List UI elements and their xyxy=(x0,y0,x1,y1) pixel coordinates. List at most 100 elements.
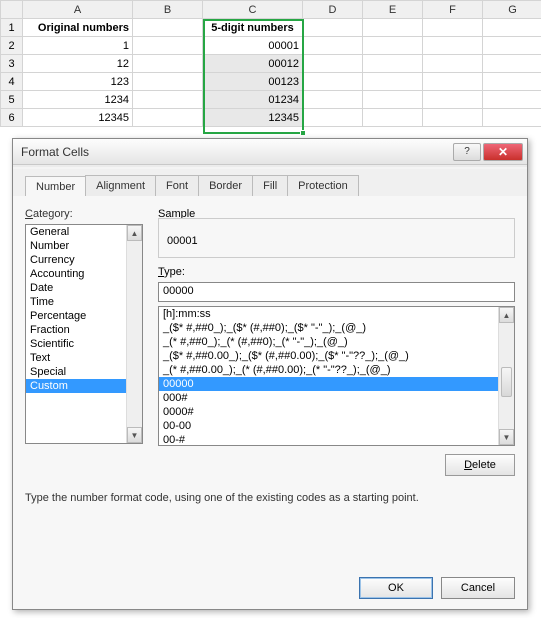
cell-c2[interactable]: 00001 xyxy=(203,37,303,55)
format-item[interactable]: 00-# xyxy=(159,433,514,446)
row-header-3[interactable]: 3 xyxy=(1,55,23,73)
cell-d1[interactable] xyxy=(303,19,363,37)
format-item[interactable]: _($* #,##0_);_($* (#,##0);_($* "-"_);_(@… xyxy=(159,321,514,335)
cell-d6[interactable] xyxy=(303,109,363,127)
dialog-titlebar[interactable]: Format Cells ? ✕ xyxy=(13,139,527,165)
format-scrollbar[interactable]: ▲ ▼ xyxy=(498,307,514,445)
scroll-thumb[interactable] xyxy=(501,367,512,397)
format-item[interactable]: _($* #,##0.00_);_($* (#,##0.00);_($* "-"… xyxy=(159,349,514,363)
row-header-5[interactable]: 5 xyxy=(1,91,23,109)
format-item[interactable]: 00-00 xyxy=(159,419,514,433)
scroll-up-icon[interactable]: ▲ xyxy=(127,225,142,241)
category-item[interactable]: Fraction xyxy=(26,323,142,337)
tab-number[interactable]: Number xyxy=(25,176,86,198)
cell-g2[interactable] xyxy=(483,37,541,55)
help-button[interactable]: ? xyxy=(453,143,481,161)
cell-a4[interactable]: 123 xyxy=(23,73,133,91)
format-item[interactable]: _(* #,##0_);_(* (#,##0);_(* "-"_);_(@_) xyxy=(159,335,514,349)
row-header-4[interactable]: 4 xyxy=(1,73,23,91)
tab-font[interactable]: Font xyxy=(155,175,199,197)
category-item[interactable]: Accounting xyxy=(26,267,142,281)
cell-a3[interactable]: 12 xyxy=(23,55,133,73)
cell-e3[interactable] xyxy=(363,55,423,73)
cell-a1[interactable]: Original numbers xyxy=(23,19,133,37)
cell-c5[interactable]: 01234 xyxy=(203,91,303,109)
col-header-d[interactable]: D xyxy=(303,1,363,19)
cell-e5[interactable] xyxy=(363,91,423,109)
cancel-button[interactable]: Cancel xyxy=(441,577,515,599)
cell-d2[interactable] xyxy=(303,37,363,55)
category-item[interactable]: Special xyxy=(26,365,142,379)
cell-e1[interactable] xyxy=(363,19,423,37)
delete-button[interactable]: Delete xyxy=(445,454,515,476)
cell-f4[interactable] xyxy=(423,73,483,91)
scroll-up-icon[interactable]: ▲ xyxy=(499,307,514,323)
cell-b6[interactable] xyxy=(133,109,203,127)
cell-g6[interactable] xyxy=(483,109,541,127)
cell-e4[interactable] xyxy=(363,73,423,91)
fill-handle[interactable] xyxy=(300,130,306,136)
cell-d3[interactable] xyxy=(303,55,363,73)
cell-g1[interactable] xyxy=(483,19,541,37)
close-button[interactable]: ✕ xyxy=(483,143,523,161)
select-all-corner[interactable] xyxy=(1,1,23,19)
cell-b5[interactable] xyxy=(133,91,203,109)
cell-d4[interactable] xyxy=(303,73,363,91)
category-item-custom[interactable]: Custom xyxy=(26,379,142,393)
col-header-a[interactable]: A xyxy=(23,1,133,19)
cell-f3[interactable] xyxy=(423,55,483,73)
col-header-c[interactable]: C xyxy=(203,1,303,19)
cell-b2[interactable] xyxy=(133,37,203,55)
format-item[interactable]: [h]:mm:ss xyxy=(159,307,514,321)
cell-e6[interactable] xyxy=(363,109,423,127)
cell-a6[interactable]: 12345 xyxy=(23,109,133,127)
row-header-2[interactable]: 2 xyxy=(1,37,23,55)
cell-b3[interactable] xyxy=(133,55,203,73)
spreadsheet-grid[interactable]: A B C D E F G 1 Original numbers 5-digit… xyxy=(0,0,541,127)
category-item[interactable]: Scientific xyxy=(26,337,142,351)
format-item[interactable]: _(* #,##0.00_);_(* (#,##0.00);_(* "-"??_… xyxy=(159,363,514,377)
cell-g3[interactable] xyxy=(483,55,541,73)
category-item[interactable]: Date xyxy=(26,281,142,295)
cell-c6[interactable]: 12345 xyxy=(203,109,303,127)
type-input[interactable]: 00000 xyxy=(158,282,515,302)
cell-f1[interactable] xyxy=(423,19,483,37)
cell-a2[interactable]: 1 xyxy=(23,37,133,55)
category-item[interactable]: Text xyxy=(26,351,142,365)
col-header-f[interactable]: F xyxy=(423,1,483,19)
tab-alignment[interactable]: Alignment xyxy=(85,175,156,197)
tab-border[interactable]: Border xyxy=(198,175,253,197)
format-code-listbox[interactable]: [h]:mm:ss _($* #,##0_);_($* (#,##0);_($*… xyxy=(158,306,515,446)
tab-fill[interactable]: Fill xyxy=(252,175,288,197)
tab-protection[interactable]: Protection xyxy=(287,175,359,197)
ok-button[interactable]: OK xyxy=(359,577,433,599)
cell-e2[interactable] xyxy=(363,37,423,55)
format-item-selected[interactable]: 00000 xyxy=(159,377,514,391)
cell-g5[interactable] xyxy=(483,91,541,109)
cell-f5[interactable] xyxy=(423,91,483,109)
cell-a5[interactable]: 1234 xyxy=(23,91,133,109)
cell-b4[interactable] xyxy=(133,73,203,91)
category-item[interactable]: General xyxy=(26,225,142,239)
scroll-down-icon[interactable]: ▼ xyxy=(127,427,142,443)
category-item[interactable]: Number xyxy=(26,239,142,253)
cell-d5[interactable] xyxy=(303,91,363,109)
cell-c1[interactable]: 5-digit numbers xyxy=(203,19,303,37)
category-scrollbar[interactable]: ▲ ▼ xyxy=(126,225,142,443)
category-item[interactable]: Percentage xyxy=(26,309,142,323)
cell-g4[interactable] xyxy=(483,73,541,91)
col-header-b[interactable]: B xyxy=(133,1,203,19)
cell-b1[interactable] xyxy=(133,19,203,37)
category-item[interactable]: Time xyxy=(26,295,142,309)
format-item[interactable]: 000# xyxy=(159,391,514,405)
row-header-6[interactable]: 6 xyxy=(1,109,23,127)
category-item[interactable]: Currency xyxy=(26,253,142,267)
col-header-g[interactable]: G xyxy=(483,1,541,19)
format-item[interactable]: 0000# xyxy=(159,405,514,419)
cell-f2[interactable] xyxy=(423,37,483,55)
category-listbox[interactable]: General Number Currency Accounting Date … xyxy=(25,224,143,444)
cell-c3[interactable]: 00012 xyxy=(203,55,303,73)
cell-c4[interactable]: 00123 xyxy=(203,73,303,91)
cell-f6[interactable] xyxy=(423,109,483,127)
scroll-down-icon[interactable]: ▼ xyxy=(499,429,514,445)
